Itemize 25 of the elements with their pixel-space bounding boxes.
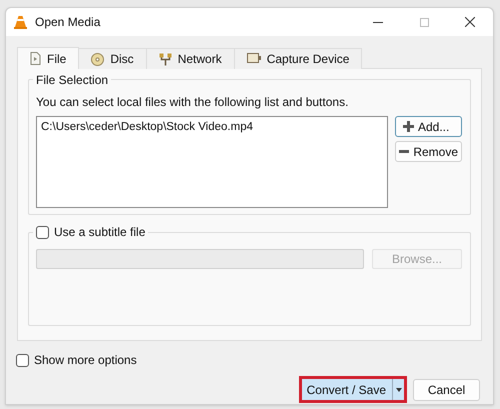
tab[interactable]: Network [146,48,235,69]
plus-icon [403,121,414,132]
convert-save-button[interactable]: Convert / Save [302,379,404,400]
network-icon [158,52,172,66]
description-text: You can select local files with the following list and buttons. [36,94,350,111]
disc-icon [91,52,104,66]
tab[interactable]: Disc [79,48,147,69]
close-icon [465,17,475,27]
file-icon [30,52,41,65]
remove-button[interactable]: Remove [395,141,462,162]
maximize-icon [420,18,428,26]
minus-icon [399,150,410,153]
traffic-cone-icon [14,15,27,29]
tab[interactable]: Capture Device [234,48,362,69]
monitor-icon [246,53,261,65]
dropdown-arrow-icon [396,388,402,392]
cancel-button[interactable]: Cancel [413,378,480,400]
checkbox-label: Use a subtitle file [54,224,146,241]
tab[interactable]: File [17,47,80,69]
file-list-item[interactable]: C:\Users\ceder\Desktop\Stock Video.mp4 [41,119,383,136]
add-button[interactable]: Add... [395,116,462,137]
options-checkbox[interactable] [16,354,29,366]
checkbox-label: Show more options [34,352,137,369]
file-list[interactable]: C:\Users\ceder\Desktop\Stock Video.mp4 [36,116,388,208]
window-title: Open Media [35,14,100,31]
